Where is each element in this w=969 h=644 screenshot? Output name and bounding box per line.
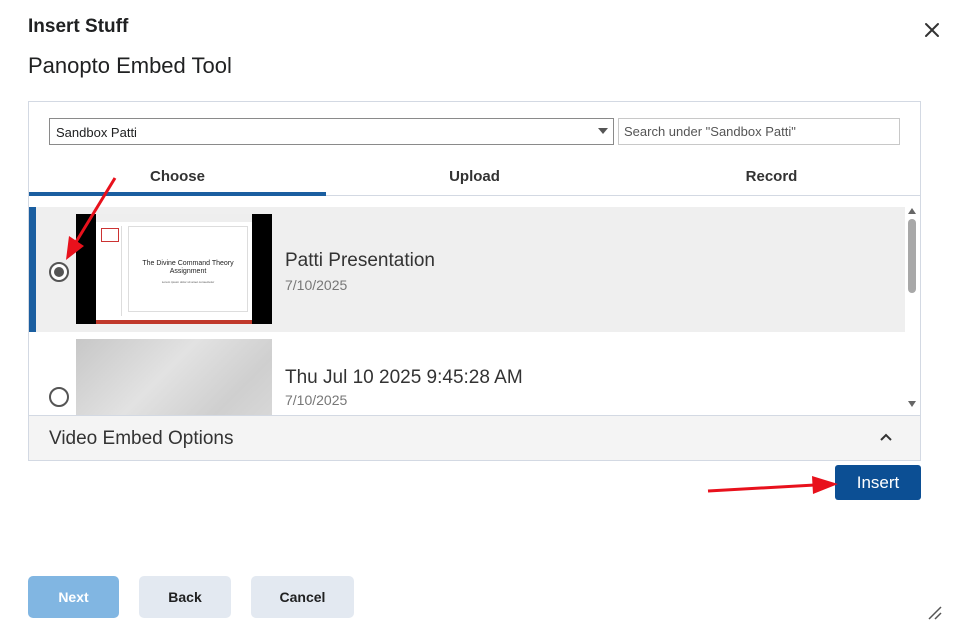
tab-record[interactable]: Record bbox=[623, 164, 920, 195]
back-button[interactable]: Back bbox=[139, 576, 231, 618]
session-radio[interactable] bbox=[49, 387, 69, 407]
close-icon[interactable] bbox=[920, 18, 944, 42]
session-date: 7/10/2025 bbox=[285, 392, 348, 408]
list-item[interactable]: The Divine Command Theory Assignment Lor… bbox=[29, 207, 905, 332]
slide-subtitle-text: Lorem ipsum dolor sit amet consectetur bbox=[161, 280, 215, 284]
scroll-thumb[interactable] bbox=[908, 219, 916, 293]
session-list: The Divine Command Theory Assignment Lor… bbox=[29, 207, 920, 415]
panopto-embed-frame: Sandbox Patti Choose Upload Record The D… bbox=[28, 101, 921, 461]
session-title[interactable]: Patti Presentation bbox=[285, 250, 435, 272]
tab-choose[interactable]: Choose bbox=[29, 164, 326, 196]
video-embed-options-toggle[interactable]: Video Embed Options bbox=[29, 415, 920, 460]
chevron-down-icon bbox=[598, 128, 608, 134]
video-embed-options-label: Video Embed Options bbox=[49, 428, 234, 449]
scroll-up-icon[interactable] bbox=[908, 208, 916, 214]
tab-bar: Choose Upload Record bbox=[29, 164, 920, 196]
video-thumbnail[interactable]: The Divine Command Theory Assignment Lor… bbox=[76, 214, 272, 324]
list-item[interactable]: Thu Jul 10 2025 9:45:28 AM 7/10/2025 bbox=[29, 332, 905, 415]
next-button[interactable]: Next bbox=[28, 576, 119, 618]
slide-title-text: The Divine Command Theory Assignment bbox=[142, 260, 234, 275]
session-radio[interactable] bbox=[49, 262, 69, 282]
resize-grip-icon[interactable] bbox=[926, 604, 942, 620]
chevron-up-icon bbox=[880, 433, 892, 441]
video-thumbnail[interactable] bbox=[76, 339, 272, 415]
session-title[interactable]: Thu Jul 10 2025 9:45:28 AM bbox=[285, 367, 523, 389]
tool-title: Panopto Embed Tool bbox=[28, 53, 232, 78]
slide-thumbnail: The Divine Command Theory Assignment Lor… bbox=[96, 214, 252, 324]
insert-button[interactable]: Insert bbox=[835, 465, 921, 500]
cancel-button[interactable]: Cancel bbox=[251, 576, 354, 618]
dialog-title: Insert Stuff bbox=[28, 16, 129, 37]
scroll-down-icon[interactable] bbox=[908, 401, 916, 407]
annotation-arrow-insert bbox=[707, 476, 838, 494]
search-input[interactable] bbox=[618, 118, 900, 145]
tab-upload[interactable]: Upload bbox=[326, 164, 623, 195]
folder-dropdown-value: Sandbox Patti bbox=[56, 125, 137, 140]
folder-dropdown[interactable]: Sandbox Patti bbox=[49, 118, 614, 145]
session-date: 7/10/2025 bbox=[285, 277, 348, 293]
list-scrollbar[interactable] bbox=[905, 207, 920, 415]
